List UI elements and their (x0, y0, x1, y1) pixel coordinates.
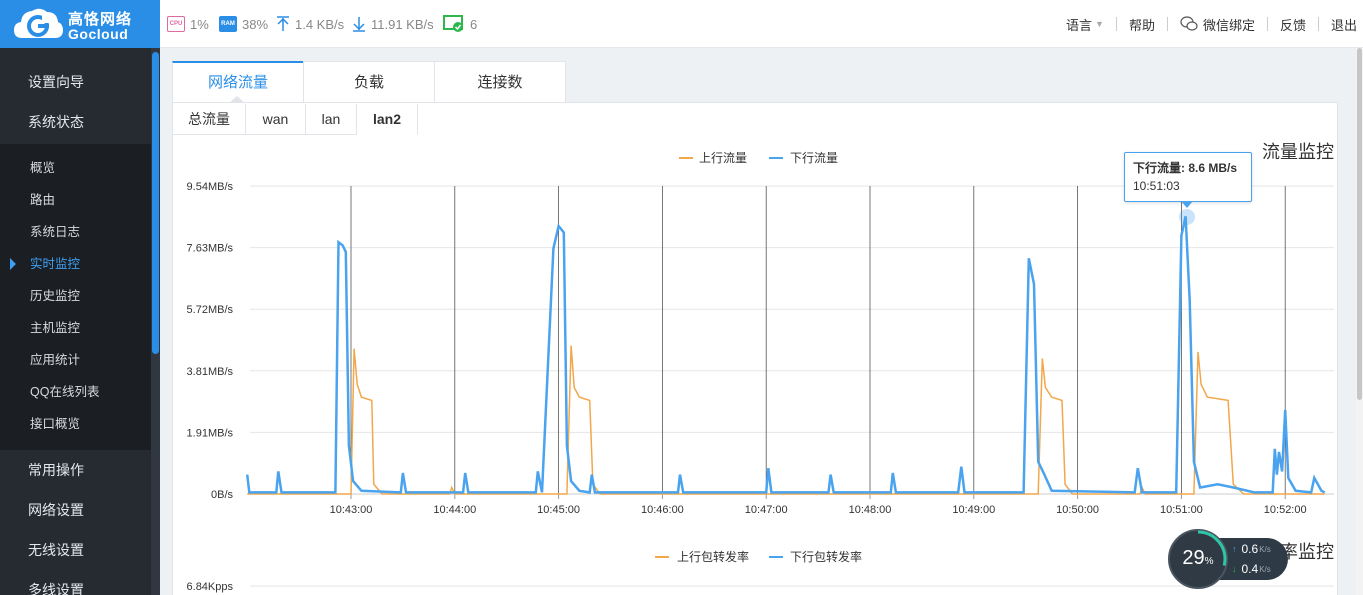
sidebar-item-system-log[interactable]: 系统日志 (0, 216, 151, 248)
tab-load[interactable]: 负载 (303, 61, 435, 103)
devices-value: 6 (470, 16, 478, 32)
upload-arrow-icon (276, 16, 290, 32)
arrow-up-icon: ↑ (1232, 544, 1237, 554)
upload-rate: 1.4 KB/s (276, 15, 344, 33)
device-check-icon (443, 15, 465, 33)
tooltip-series-name: 下行流量 (1133, 161, 1182, 175)
sidebar-scrollbar[interactable] (152, 52, 159, 354)
arrow-down-icon: ↓ (1232, 564, 1237, 574)
sidebar-item-overview[interactable]: 概览 (0, 152, 151, 184)
sidebar-item-interface-overview[interactable]: 接口概览 (0, 408, 151, 440)
upload-value: 1.4 KB/s (295, 16, 345, 32)
caret-down-icon: ▼ (1095, 19, 1104, 29)
widget-upload-rate: ↑ 0.6 K/s (1232, 542, 1271, 556)
logo: 高恪网络 Gocloud (0, 0, 160, 48)
sidebar-section-wireless-settings[interactable]: 无线设置 (0, 530, 151, 570)
subtab-total-traffic[interactable]: 总流量 (173, 104, 246, 135)
feedback-link[interactable]: 反馈 (1268, 15, 1318, 34)
subtab-lan2[interactable]: lan2 (357, 104, 418, 135)
tooltip-series: 下行流量: 8.6 MB/s (1133, 161, 1238, 175)
wechat-bind-link[interactable]: 微信绑定 (1168, 15, 1267, 34)
widget-download-rate: ↓ 0.4 K/s (1232, 562, 1271, 576)
ram-value: 38% (242, 16, 269, 32)
subtab-lan[interactable]: lan (306, 104, 357, 135)
cpu-chip-icon: CPU (167, 16, 185, 32)
sidebar-item-realtime-monitor[interactable]: 实时监控 (0, 248, 151, 280)
tab-network-traffic[interactable]: 网络流量 (172, 61, 304, 103)
help-link[interactable]: 帮助 (1117, 15, 1167, 34)
chart-tooltip: 下行流量: 8.6 MB/s 10:51:03 (1124, 152, 1252, 208)
cpu-value: 1% (190, 16, 209, 32)
sidebar-item-history-monitor[interactable]: 历史监控 (0, 280, 151, 312)
sidebar-item-host-monitor[interactable]: 主机监控 (0, 312, 151, 344)
page-scrollbar-track (1356, 48, 1363, 595)
sidebar: 设置向导 系统状态 概览 路由 系统日志 实时监控 历史监控 主机监控 应用统计… (0, 48, 160, 595)
cloud-logo-icon (14, 8, 63, 39)
ram-usage: RAM 38% (219, 15, 268, 33)
sidebar-item-route[interactable]: 路由 (0, 184, 151, 216)
tab-connections[interactable]: 连接数 (434, 61, 566, 103)
sidebar-section-system-status[interactable]: 系统状态 (0, 102, 151, 142)
download-value: 11.91 KB/s (371, 16, 434, 32)
connected-devices[interactable]: 6 (443, 15, 477, 33)
language-label: 语言 (1066, 17, 1093, 33)
language-menu[interactable]: 语言 ▼ (1054, 15, 1116, 34)
download-rate: 11.91 KB/s (352, 15, 434, 33)
logout-link[interactable]: 退出 (1319, 15, 1363, 34)
top-nav: 语言 ▼ 帮助 微信绑定 反馈 退出 (1054, 0, 1363, 48)
top-bar: 高恪网络 Gocloud CPU 1% RAM 38% 1.4 KB/s 11.… (0, 0, 1363, 48)
sidebar-section-network-settings[interactable]: 网络设置 (0, 490, 151, 530)
page-scrollbar[interactable] (1357, 48, 1362, 400)
wechat-bind-label: 微信绑定 (1202, 17, 1255, 33)
sidebar-section-setup-wizard[interactable]: 设置向导 (0, 62, 151, 102)
tooltip-time: 10:51:03 (1133, 179, 1180, 193)
download-arrow-icon (352, 16, 366, 32)
sidebar-item-app-stats[interactable]: 应用统计 (0, 344, 151, 376)
speed-widget-percent: 29% (1182, 547, 1214, 569)
sidebar-item-qq-online[interactable]: QQ在线列表 (0, 376, 151, 408)
sidebar-section-multiline-settings[interactable]: 多线设置 (0, 570, 151, 595)
sidebar-section-common-ops[interactable]: 常用操作 (0, 450, 151, 490)
subtab-wan[interactable]: wan (246, 104, 306, 135)
cpu-usage: CPU 1% (167, 15, 209, 33)
speed-widget[interactable]: 29% ↑ 0.6 K/s ↓ 0.4 K/s (1168, 529, 1288, 589)
ram-chip-icon: RAM (219, 16, 237, 32)
wechat-icon (1180, 16, 1198, 31)
tooltip-value: 8.6 MB/s (1188, 161, 1238, 175)
main-content: 网络流量 负载 连接数 总流量 wan lan lan2 (160, 48, 1356, 595)
logo-text-en: Gocloud (68, 26, 129, 42)
